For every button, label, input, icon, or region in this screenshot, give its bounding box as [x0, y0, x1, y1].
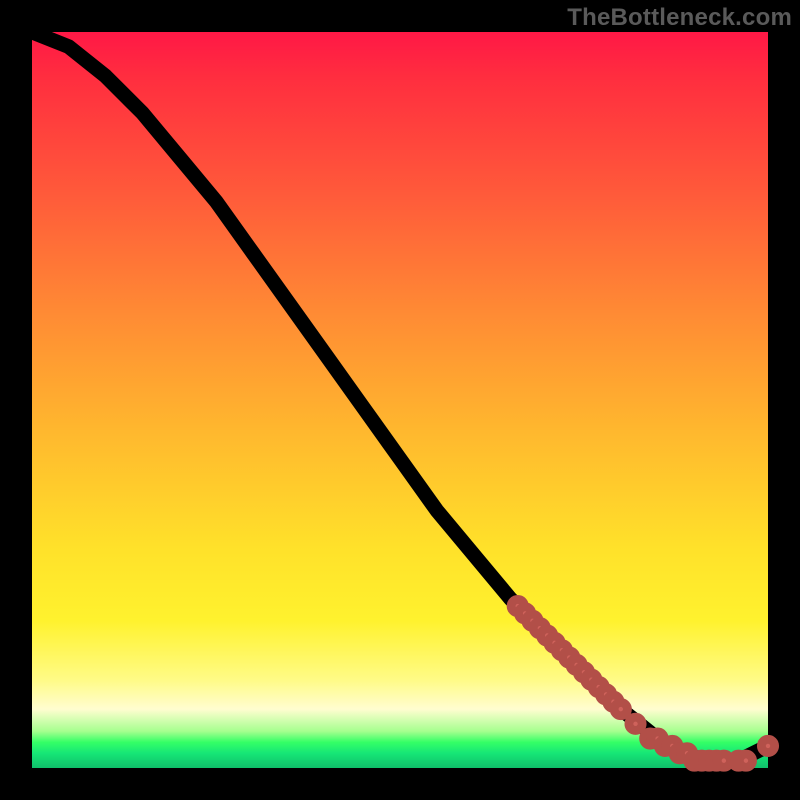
marker-point: [739, 754, 752, 767]
watermark-text: TheBottleneck.com: [567, 4, 792, 32]
marker-group: [511, 599, 774, 767]
chart-svg: [32, 32, 768, 768]
marker-point: [761, 739, 774, 752]
plot-area: [32, 32, 768, 768]
line-series: [32, 32, 768, 761]
chart-stage: TheBottleneck.com: [0, 0, 800, 800]
marker-point: [629, 717, 642, 730]
marker-point: [614, 702, 627, 715]
